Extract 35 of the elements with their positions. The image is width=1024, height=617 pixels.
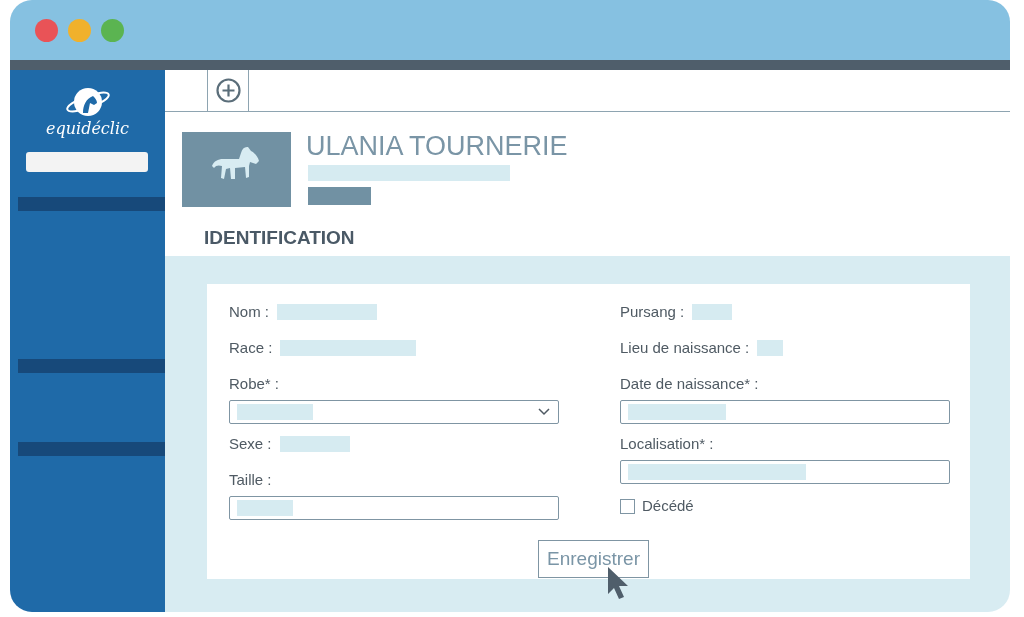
menu-item-bar[interactable]: [18, 442, 165, 456]
menu-item-bar[interactable]: [18, 197, 165, 211]
field-label: Sexe :: [229, 434, 272, 454]
field-label: Nom :: [229, 302, 269, 322]
field-label: Lieu de naissance :: [620, 338, 750, 358]
value-placeholder-bar: [692, 304, 733, 320]
checkbox[interactable]: [620, 498, 635, 514]
input-field[interactable]: [620, 460, 950, 484]
search-field[interactable]: [26, 152, 148, 172]
logo-text: equidéclic: [46, 119, 129, 138]
tag-placeholder-bar: [308, 187, 371, 205]
field-label: Robe* :: [229, 374, 280, 394]
field-label: Décédé: [642, 496, 694, 516]
value-placeholder-bar: [279, 436, 350, 452]
window-control-dot[interactable]: [68, 18, 91, 42]
window-control-dot[interactable]: [101, 18, 124, 42]
horse-name: ULANIA TOURNERIE: [306, 132, 568, 160]
field-label: Taille :: [229, 470, 272, 490]
menu-item-bar[interactable]: [18, 359, 165, 373]
value-placeholder-bar: [237, 500, 293, 516]
dropdown-field[interactable]: [229, 400, 559, 424]
section-title: IDENTIFICATION: [204, 227, 356, 249]
field-label: Localisation* :: [620, 434, 714, 454]
plus-circle-icon: [215, 78, 241, 103]
value-placeholder-bar: [757, 340, 784, 356]
save-button[interactable]: Enregistrer: [538, 540, 649, 578]
add-tab-button[interactable]: [207, 70, 249, 111]
input-field[interactable]: [620, 400, 950, 424]
horse-head-logo-icon: [63, 85, 112, 119]
field-label: Date de naissance* :: [620, 374, 759, 394]
input-field[interactable]: [229, 496, 559, 520]
window-control-dot[interactable]: [35, 18, 58, 42]
field-label: Pursang :: [620, 302, 685, 322]
field-label: Race :: [229, 338, 273, 358]
chevron-down-icon: [538, 408, 550, 416]
